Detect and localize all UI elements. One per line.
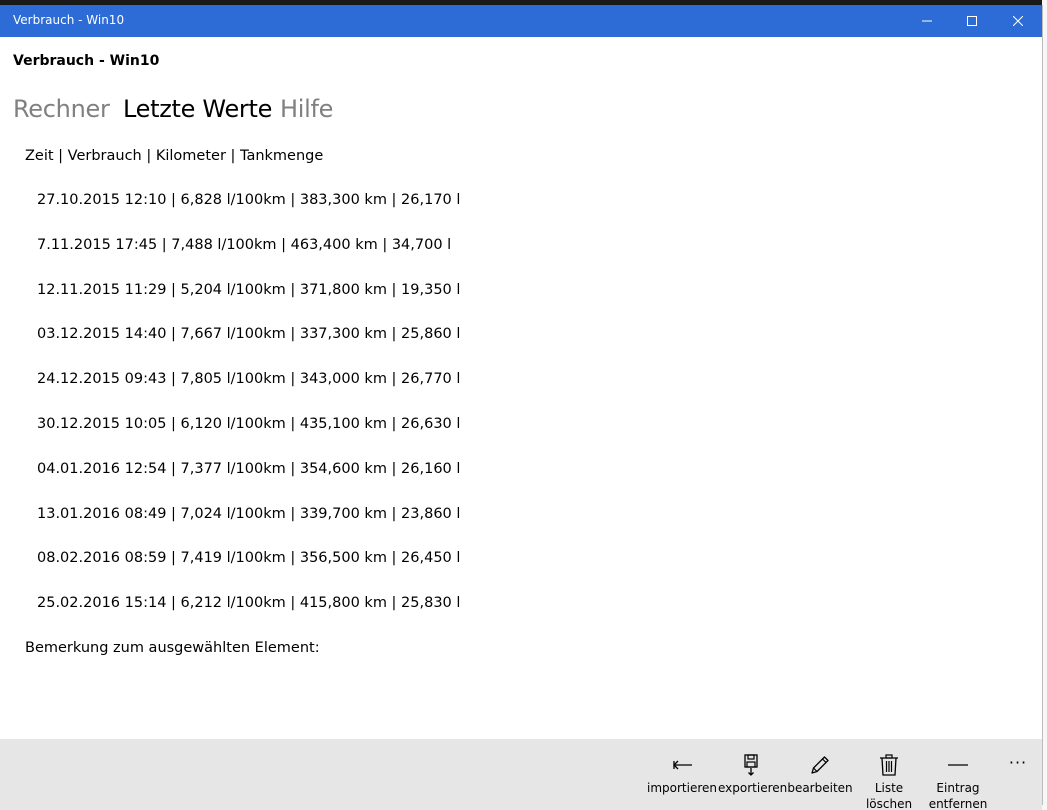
list-item[interactable]: 25.02.2016 15:14 | 6,212 l/100km | 415,8… (0, 580, 640, 625)
more-button[interactable]: ··· (1000, 739, 1036, 810)
remove-entry-button[interactable]: Eintrag entfernen (924, 739, 992, 810)
edit-button[interactable]: bearbeiten (786, 739, 854, 810)
maximize-button[interactable] (949, 5, 995, 37)
app-title: Verbrauch - Win10 (13, 53, 160, 69)
minimize-button[interactable] (904, 5, 950, 37)
tab-letzte-werte[interactable]: Letzte Werte (123, 95, 272, 123)
list-item-text: 13.01.2016 08:49 | 7,024 l/100km | 339,7… (37, 505, 461, 522)
close-icon (1013, 16, 1023, 26)
list-item-text: 27.10.2015 12:10 | 6,828 l/100km | 383,3… (37, 192, 461, 208)
tab-hilfe[interactable]: Hilfe (280, 95, 333, 123)
app-window: Verbrauch - Win10 Verbrauch - Win10 Rech… (0, 5, 1042, 810)
list-item-text: 7.11.2015 17:45 | 7,488 l/100km | 463,40… (37, 236, 452, 253)
clear-list-label: Liste löschen (865, 781, 913, 810)
window-title: Verbrauch - Win10 (13, 13, 125, 27)
list-item[interactable]: 08.02.2016 08:59 | 7,419 l/100km | 356,5… (0, 535, 640, 580)
list-item-text: 04.01.2016 12:54 | 7,377 l/100km | 354,6… (37, 460, 461, 477)
list-item-text: 30.12.2015 10:05 | 6,120 l/100km | 435,1… (37, 415, 461, 432)
command-bar: importieren exportieren bearbeiten Liste… (0, 739, 1042, 810)
clear-list-button[interactable]: Liste löschen (853, 739, 925, 810)
list-item[interactable]: 24.12.2015 09:43 | 7,805 l/100km | 343,0… (0, 356, 640, 401)
list-item[interactable]: 30.12.2015 10:05 | 6,120 l/100km | 435,1… (0, 401, 640, 446)
save-icon (744, 754, 758, 776)
window-border (1042, 5, 1043, 805)
list-item-text: 24.12.2015 09:43 | 7,805 l/100km | 343,0… (37, 371, 461, 388)
export-button[interactable]: exportieren (718, 739, 788, 810)
title-bar[interactable]: Verbrauch - Win10 (0, 5, 1042, 37)
import-button[interactable]: importieren (646, 739, 718, 810)
list-item[interactable]: 13.01.2016 08:49 | 7,024 l/100km | 339,7… (0, 491, 640, 536)
tab-rechner[interactable]: Rechner (13, 95, 110, 123)
list-item[interactable]: 04.01.2016 12:54 | 7,377 l/100km | 354,6… (0, 446, 640, 491)
import-label: importieren (647, 781, 717, 795)
trash-icon (880, 754, 898, 776)
list-item-text: 03.12.2015 14:40 | 7,667 l/100km | 337,3… (37, 326, 461, 343)
list-item[interactable]: 12.11.2015 11:29 | 5,204 l/100km | 371,8… (0, 267, 640, 312)
list-item[interactable]: 03.12.2015 14:40 | 7,667 l/100km | 337,3… (0, 311, 640, 356)
minimize-icon (922, 20, 932, 22)
close-button[interactable] (995, 5, 1041, 37)
values-list[interactable]: 27.10.2015 12:10 | 6,828 l/100km | 383,3… (0, 177, 640, 625)
pencil-icon (811, 756, 829, 774)
list-item-text: 12.11.2015 11:29 | 5,204 l/100km | 371,8… (37, 281, 461, 298)
maximize-icon (967, 16, 977, 26)
minus-icon (948, 764, 968, 766)
list-item[interactable]: 7.11.2015 17:45 | 7,488 l/100km | 463,40… (0, 222, 640, 267)
export-label: exportieren (718, 781, 788, 795)
remark-label: Bemerkung zum ausgewählten Element: (25, 640, 320, 656)
more-icon: ··· (1008, 753, 1028, 772)
list-header: Zeit | Verbrauch | Kilometer | Tankmenge (25, 148, 324, 164)
list-item-text: 08.02.2016 08:59 | 7,419 l/100km | 356,5… (37, 550, 461, 567)
import-arrow-icon (673, 760, 692, 770)
list-item-text: 25.02.2016 15:14 | 6,212 l/100km | 415,8… (37, 595, 461, 612)
list-item[interactable]: 27.10.2015 12:10 | 6,828 l/100km | 383,3… (0, 177, 640, 222)
remove-entry-label: Eintrag entfernen (928, 781, 988, 810)
edit-label: bearbeiten (787, 781, 853, 795)
